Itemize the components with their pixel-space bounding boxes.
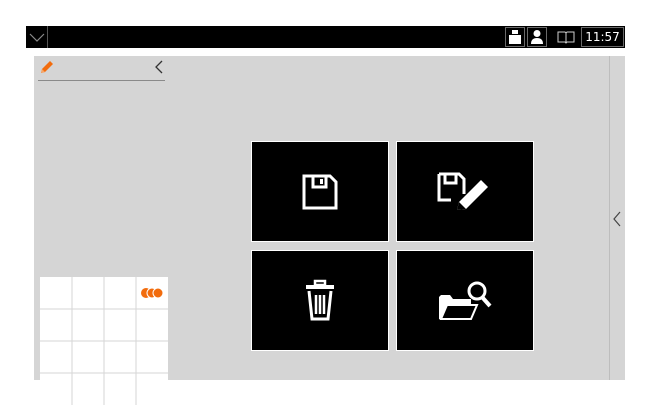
status-bar: 11:57 (26, 26, 625, 48)
save-icon (302, 174, 338, 209)
right-side-panel-toggle[interactable] (609, 56, 625, 380)
chevron-left-icon (613, 211, 621, 227)
main-workspace (34, 56, 609, 405)
user-indicator[interactable] (527, 27, 547, 47)
save-as-tile[interactable] (396, 141, 534, 242)
save-tile[interactable] (251, 141, 389, 242)
open-tile[interactable] (396, 250, 534, 351)
weight-icon (509, 30, 521, 44)
book-icon (557, 31, 575, 44)
save-edit-icon (437, 172, 488, 210)
marker-dots-icon (140, 287, 166, 299)
clock: 11:57 (581, 27, 624, 47)
trash-icon (306, 279, 334, 320)
chevron-down-icon (29, 33, 45, 42)
user-icon (531, 30, 543, 44)
thumbnail-grid[interactable] (40, 277, 168, 405)
panel-collapse-button[interactable] (152, 59, 166, 75)
folder-search-icon (439, 281, 492, 320)
clock-time: 11:57 (585, 30, 620, 44)
status-menu-button[interactable] (26, 26, 48, 48)
pencil-icon[interactable] (38, 58, 56, 76)
chevron-left-icon (155, 60, 163, 74)
delete-tile[interactable] (251, 250, 389, 351)
app-window: 11:57 (26, 26, 625, 405)
help-book[interactable] (553, 27, 579, 47)
panel-divider (38, 80, 165, 81)
weight-indicator[interactable] (505, 27, 525, 47)
